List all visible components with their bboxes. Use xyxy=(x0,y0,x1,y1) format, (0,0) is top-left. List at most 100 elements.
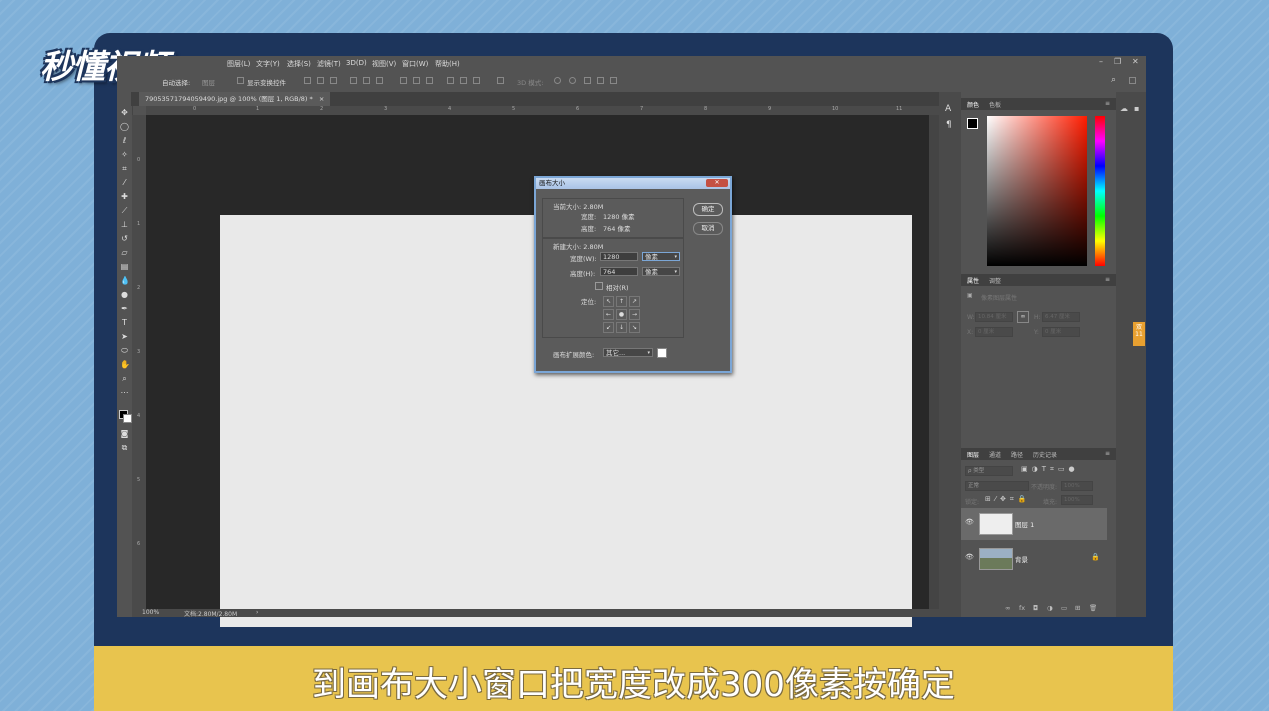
menu-select[interactable]: 选择(S) xyxy=(287,59,311,69)
tab-properties[interactable]: 属性 xyxy=(967,276,979,285)
color-picker-field[interactable] xyxy=(987,116,1087,266)
delete-layer-icon[interactable]: 🗑 xyxy=(1089,604,1097,612)
path-selection-tool-icon[interactable]: ➤ xyxy=(120,332,129,341)
menu-3d[interactable]: 3D(D) xyxy=(346,59,367,67)
new-group-icon[interactable]: ▭ xyxy=(1061,604,1067,612)
paragraph-panel-icon[interactable]: ¶ xyxy=(946,120,952,130)
add-mask-icon[interactable]: ◘ xyxy=(1033,604,1038,612)
menu-window[interactable]: 窗口(W) xyxy=(402,59,428,69)
lasso-tool-icon[interactable]: ℓ xyxy=(120,136,129,145)
align-left-icon[interactable] xyxy=(350,77,357,84)
vertical-ruler[interactable]: 0 1 2 3 4 5 6 xyxy=(132,115,147,609)
blur-tool-icon[interactable]: 💧 xyxy=(120,276,130,285)
menu-layer[interactable]: 图层(L) xyxy=(227,59,250,69)
prop-w-field[interactable]: 10.84 厘米 xyxy=(975,312,1013,322)
tab-swatches[interactable]: 色板 xyxy=(989,100,1001,109)
new-layer-icon[interactable]: ⊞ xyxy=(1075,604,1080,612)
3d-scale-icon[interactable] xyxy=(610,77,617,84)
screen-mode-icon[interactable]: ⧉ xyxy=(120,443,129,452)
more-tools-icon[interactable]: ⋯ xyxy=(120,388,129,397)
gradient-tool-icon[interactable]: ▤ xyxy=(120,262,129,271)
panel-menu-icon[interactable]: ≡ xyxy=(1105,276,1110,283)
3d-slide-icon[interactable] xyxy=(597,77,604,84)
zoom-tool-icon[interactable]: ⌕ xyxy=(120,374,129,383)
menu-type[interactable]: 文字(Y) xyxy=(256,59,280,69)
distribute-right-icon[interactable] xyxy=(473,77,480,84)
show-transform-checkbox[interactable] xyxy=(237,77,244,84)
height-unit-select[interactable]: 像素 ▾ xyxy=(642,267,680,276)
background-color-swatch[interactable] xyxy=(123,414,132,423)
close-window-button[interactable]: ✕ xyxy=(1132,57,1139,66)
tab-color[interactable]: 颜色 xyxy=(967,100,979,109)
anchor-top-left[interactable]: ↖ xyxy=(603,296,614,307)
dialog-close-button[interactable]: ✕ xyxy=(706,179,728,187)
type-tool-icon[interactable]: T xyxy=(120,318,129,327)
prop-y-field[interactable]: 0 厘米 xyxy=(1042,327,1080,337)
vertical-scrollbar[interactable] xyxy=(929,115,939,609)
menu-help[interactable]: 帮助(H) xyxy=(435,59,460,69)
layer-row-layer1[interactable]: 👁 图层 1 xyxy=(961,508,1107,540)
anchor-right[interactable]: → xyxy=(629,309,640,320)
align-bottom-icon[interactable] xyxy=(330,77,337,84)
prop-h-field[interactable]: 6.47 厘米 xyxy=(1042,312,1080,322)
restore-button[interactable]: ❐ xyxy=(1114,57,1121,66)
anchor-center[interactable]: ● xyxy=(616,309,627,320)
adjustment-layer-icon[interactable]: ◑ xyxy=(1047,604,1053,612)
close-tab-icon[interactable]: × xyxy=(319,95,324,103)
menu-view[interactable]: 视图(V) xyxy=(372,59,396,69)
layer-filter-icons[interactable]: ▣◑T⌗▭● xyxy=(1021,465,1079,474)
healing-brush-tool-icon[interactable]: ✚ xyxy=(120,192,129,201)
layer-kind-filter[interactable]: ρ 类型 xyxy=(965,466,1013,476)
3d-pan-icon[interactable] xyxy=(584,77,591,84)
anchor-top-right[interactable]: ↗ xyxy=(629,296,640,307)
layer-row-background[interactable]: 👁 背景 🔒 xyxy=(961,543,1107,575)
marquee-tool-icon[interactable]: ◯ xyxy=(120,122,129,131)
visibility-eye-icon[interactable]: 👁 xyxy=(965,553,974,561)
visibility-eye-icon[interactable]: 👁 xyxy=(965,518,974,526)
width-unit-select[interactable]: 像素 ▾ xyxy=(642,252,680,261)
move-tool-icon[interactable]: ✥ xyxy=(120,108,129,117)
layer-style-icon[interactable]: fx xyxy=(1019,604,1025,612)
dodge-tool-icon[interactable]: ● xyxy=(120,290,129,299)
anchor-left[interactable]: ← xyxy=(603,309,614,320)
hue-slider[interactable] xyxy=(1095,116,1105,266)
align-top-icon[interactable] xyxy=(304,77,311,84)
document-tab[interactable]: 79053571794059490.jpg @ 100% (图层 1, RGB/… xyxy=(139,92,331,106)
link-icon[interactable]: ∞ xyxy=(1017,311,1029,323)
history-brush-tool-icon[interactable]: ↺ xyxy=(120,234,129,243)
libraries-icon[interactable]: ☁ xyxy=(1120,104,1128,113)
distribute-left-icon[interactable] xyxy=(447,77,454,84)
quick-mask-icon[interactable]: ◙ xyxy=(120,429,129,438)
3d-roll-icon[interactable] xyxy=(569,77,576,84)
shape-tool-icon[interactable]: ⬭ xyxy=(120,346,129,355)
panel-menu-icon[interactable]: ▪ xyxy=(1134,104,1139,113)
cancel-button[interactable]: 取消 xyxy=(693,222,723,235)
extension-color-swatch[interactable] xyxy=(657,348,667,358)
extension-color-select[interactable]: 其它... ▾ xyxy=(603,348,653,357)
align-right-icon[interactable] xyxy=(376,77,383,84)
distribute-bottom-icon[interactable] xyxy=(426,77,433,84)
search-icon[interactable]: ⌕ xyxy=(1111,75,1116,85)
relative-checkbox[interactable] xyxy=(595,282,603,290)
anchor-bottom-right[interactable]: ↘ xyxy=(629,322,640,333)
blend-mode-dropdown[interactable]: 正常 xyxy=(965,481,1029,491)
auto-select-label[interactable]: 自动选择: xyxy=(162,77,190,87)
minimize-button[interactable]: – xyxy=(1099,57,1103,66)
tab-adjustments[interactable]: 调整 xyxy=(989,276,1001,285)
lock-icons[interactable]: ⊞⁄✥⌗🔒 xyxy=(985,495,1031,504)
link-layers-icon[interactable]: ∞ xyxy=(1005,604,1010,612)
status-menu-arrow-icon[interactable]: › xyxy=(256,609,258,616)
auto-align-icon[interactable] xyxy=(497,77,504,84)
height-input[interactable]: 764 xyxy=(600,267,638,276)
zoom-level[interactable]: 100% xyxy=(142,609,159,616)
tab-channels[interactable]: 通道 xyxy=(989,450,1001,459)
tab-layers[interactable]: 图层 xyxy=(967,450,979,459)
anchor-bottom-left[interactable]: ↙ xyxy=(603,322,614,333)
align-vcenter-icon[interactable] xyxy=(317,77,324,84)
tab-history[interactable]: 历史记录 xyxy=(1033,450,1057,459)
prop-x-field[interactable]: 0 厘米 xyxy=(975,327,1013,337)
distribute-hcenter-icon[interactable] xyxy=(460,77,467,84)
brush-tool-icon[interactable]: ⟋ xyxy=(120,206,129,215)
eyedropper-tool-icon[interactable]: ⁄ xyxy=(120,178,129,187)
width-input[interactable]: 1280 xyxy=(600,252,638,261)
